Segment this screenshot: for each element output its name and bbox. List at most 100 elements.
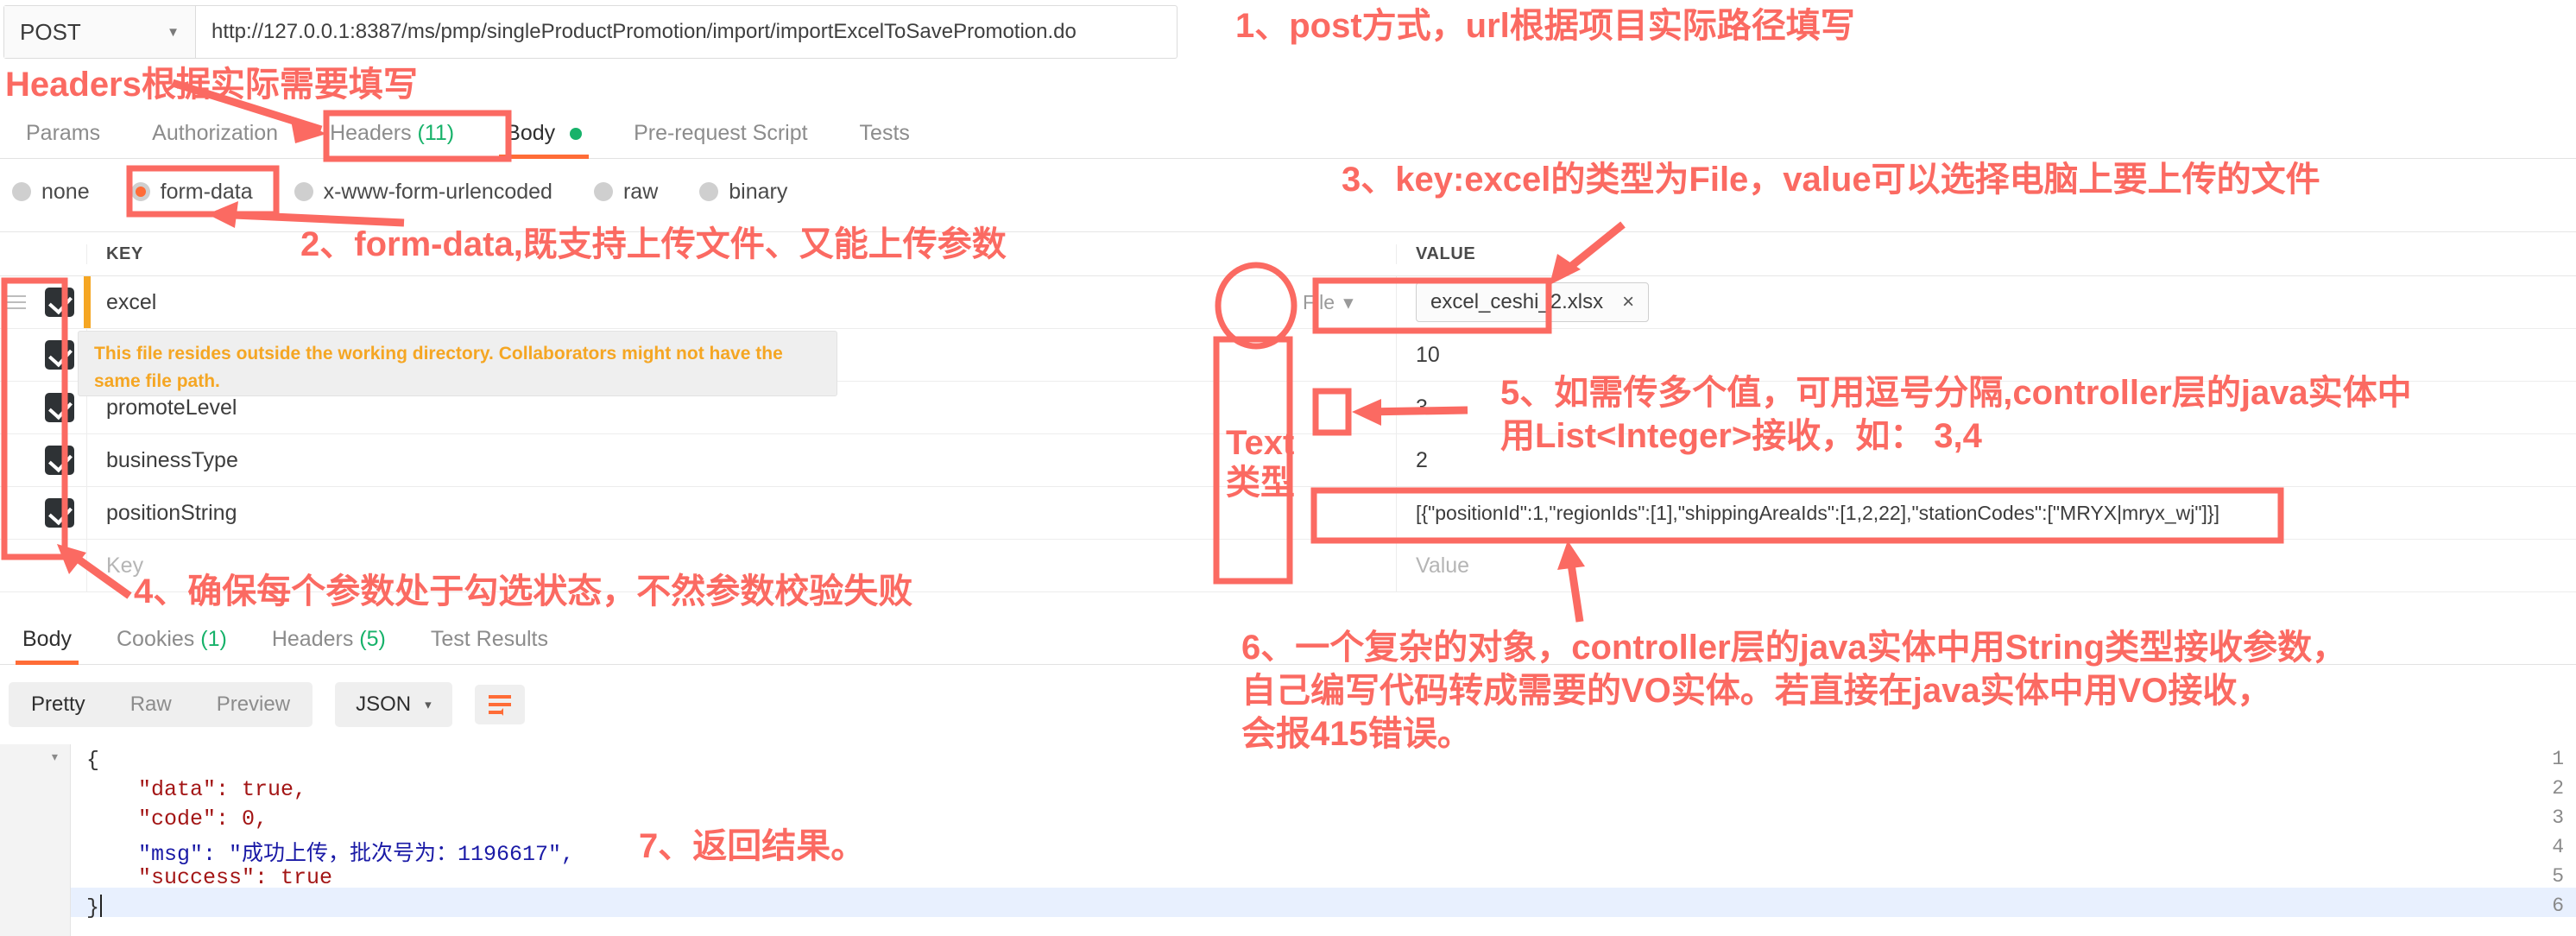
response-toolbar: Pretty Raw Preview JSON ▾ bbox=[9, 682, 525, 727]
radio-icon bbox=[294, 182, 313, 201]
body-modified-dot-icon bbox=[570, 128, 583, 141]
row-value-cell[interactable]: Value bbox=[1396, 540, 2576, 591]
code-line-text: "data": true, bbox=[86, 777, 306, 802]
row-type-select bbox=[1291, 540, 1396, 591]
view-mode-pretty[interactable]: Pretty bbox=[9, 682, 108, 727]
code-line-number: 5 bbox=[2552, 865, 2564, 888]
response-tab-body[interactable]: Body bbox=[0, 627, 94, 665]
row-key-cell[interactable]: positionString bbox=[86, 487, 1291, 539]
response-tab-headers-count: (5) bbox=[359, 627, 386, 651]
code-line-text: "code": 0, bbox=[86, 806, 268, 832]
row-type-select[interactable] bbox=[1291, 382, 1396, 433]
tab-tests[interactable]: Tests bbox=[834, 121, 936, 158]
remove-file-icon[interactable]: × bbox=[1622, 290, 1634, 314]
table-row: businessType 2 bbox=[0, 434, 2576, 487]
tab-body[interactable]: Body bbox=[480, 121, 608, 159]
response-tab-cookies-count: (1) bbox=[200, 627, 227, 651]
file-warning-bar-icon bbox=[84, 276, 91, 328]
url-input[interactable]: http://127.0.0.1:8387/ms/pmp/singleProdu… bbox=[196, 6, 1177, 58]
header-value-cell: VALUE bbox=[1396, 243, 2576, 264]
radio-icon bbox=[12, 182, 31, 201]
row-value-cell[interactable]: [{"positionId":1,"regionIds":[1],"shippi… bbox=[1396, 487, 2576, 539]
code-line-number: 3 bbox=[2552, 806, 2564, 829]
code-line-number: 2 bbox=[2552, 777, 2564, 800]
form-data-table: KEY VALUE excel File ▾ excel_ceshi_2.xls… bbox=[0, 231, 2576, 592]
table-row: excel File ▾ excel_ceshi_2.xlsx × bbox=[0, 276, 2576, 329]
row-type-select[interactable]: File ▾ bbox=[1291, 276, 1396, 328]
row-checkbox[interactable] bbox=[45, 498, 74, 528]
row-drag-handle[interactable] bbox=[0, 434, 33, 486]
body-type-urlencoded-label: x-www-form-urlencoded bbox=[323, 179, 552, 204]
http-method-select[interactable]: POST ▼ bbox=[4, 6, 196, 58]
row-drag-handle[interactable] bbox=[0, 276, 33, 328]
row-key-cell[interactable]: Key bbox=[86, 540, 1291, 591]
row-key-cell[interactable]: excel bbox=[84, 276, 1291, 328]
response-tab-test-results[interactable]: Test Results bbox=[408, 627, 571, 664]
body-type-radio-group: none form-data x-www-form-urlencoded raw… bbox=[12, 173, 829, 211]
row-checkbox-cell bbox=[33, 276, 86, 328]
response-format-select[interactable]: JSON ▾ bbox=[335, 682, 452, 727]
code-line-number: 1 bbox=[2552, 748, 2564, 770]
body-type-none-label: none bbox=[41, 179, 90, 204]
row-value-cell[interactable]: excel_ceshi_2.xlsx × bbox=[1396, 276, 2576, 328]
chevron-down-icon: ▼ bbox=[167, 24, 180, 40]
file-path-warning-text: This file resides outside the working di… bbox=[94, 344, 783, 391]
body-type-binary[interactable]: binary bbox=[699, 180, 806, 205]
tab-tests-label: Tests bbox=[859, 121, 910, 145]
row-type-select[interactable] bbox=[1291, 434, 1396, 486]
body-type-form-data[interactable]: form-data bbox=[130, 180, 272, 205]
selected-file-name: excel_ceshi_2.xlsx bbox=[1430, 290, 1604, 313]
code-fold-icon[interactable]: ▾ bbox=[50, 748, 60, 767]
url-text: http://127.0.0.1:8387/ms/pmp/singleProdu… bbox=[212, 20, 1076, 43]
new-row-value-placeholder: Value bbox=[1416, 553, 1470, 578]
response-body-code[interactable]: ▾ 1 2 3 4 5 6 { "data": true, "code": 0,… bbox=[0, 744, 2576, 936]
body-type-x-www-form-urlencoded[interactable]: x-www-form-urlencoded bbox=[294, 180, 571, 205]
tab-authorization[interactable]: Authorization bbox=[126, 121, 304, 158]
view-mode-preview[interactable]: Preview bbox=[194, 682, 313, 727]
row-key-text: promoteLevel bbox=[106, 395, 237, 420]
response-tab-test-results-label: Test Results bbox=[430, 627, 549, 651]
tab-pre-request-script[interactable]: Pre-request Script bbox=[608, 121, 833, 158]
row-drag-handle[interactable] bbox=[0, 487, 33, 539]
column-header-key: KEY bbox=[106, 243, 143, 263]
row-checkbox-cell bbox=[33, 540, 86, 591]
body-type-binary-label: binary bbox=[729, 179, 788, 204]
radio-icon bbox=[593, 182, 613, 201]
row-key-cell[interactable]: businessType bbox=[86, 434, 1291, 486]
row-value-cell[interactable]: 10 bbox=[1396, 329, 2576, 381]
row-drag-handle[interactable] bbox=[0, 329, 33, 381]
row-drag-handle bbox=[0, 540, 33, 591]
row-type-select[interactable] bbox=[1291, 487, 1396, 539]
row-type-select[interactable] bbox=[1291, 329, 1396, 381]
tab-pre-request-script-label: Pre-request Script bbox=[634, 121, 808, 145]
row-key-text: excel bbox=[106, 289, 157, 314]
row-value-cell[interactable]: 2 bbox=[1396, 434, 2576, 486]
body-type-none[interactable]: none bbox=[12, 180, 109, 205]
row-value-text: 3 bbox=[1416, 395, 1428, 420]
code-line-text: { bbox=[86, 748, 100, 773]
body-type-raw[interactable]: raw bbox=[593, 179, 677, 205]
annotation-headers: Headers根据实际需要填写 bbox=[5, 66, 418, 104]
chevron-down-icon: ▾ bbox=[425, 698, 432, 712]
row-checkbox[interactable] bbox=[45, 446, 74, 475]
tab-headers[interactable]: Headers (11) bbox=[304, 121, 480, 158]
row-type-label: File bbox=[1303, 290, 1335, 313]
wrap-lines-icon bbox=[488, 695, 511, 716]
row-checkbox[interactable] bbox=[45, 340, 74, 370]
tab-params[interactable]: Params bbox=[0, 121, 126, 158]
response-tab-cookies[interactable]: Cookies (1) bbox=[94, 627, 249, 664]
wrap-lines-button[interactable] bbox=[474, 685, 525, 724]
response-tab-headers[interactable]: Headers (5) bbox=[249, 627, 408, 664]
selected-file-chip[interactable]: excel_ceshi_2.xlsx × bbox=[1416, 282, 1650, 322]
body-type-raw-label: raw bbox=[622, 179, 659, 204]
code-line-text: "success": true bbox=[86, 865, 332, 890]
code-line-inner: "success": true bbox=[86, 865, 333, 890]
file-path-warning-tooltip: This file resides outside the working di… bbox=[78, 331, 837, 396]
row-checkbox[interactable] bbox=[45, 393, 74, 422]
tab-headers-label: Headers bbox=[330, 121, 412, 145]
view-mode-raw[interactable]: Raw bbox=[108, 682, 194, 727]
row-value-cell[interactable]: 3 bbox=[1396, 382, 2576, 433]
row-checkbox[interactable] bbox=[45, 288, 74, 317]
row-drag-handle[interactable] bbox=[0, 382, 33, 433]
annotation-3: 3、key:excel的类型为File，value可以选择电脑上要上传的文件 bbox=[1342, 161, 2320, 199]
